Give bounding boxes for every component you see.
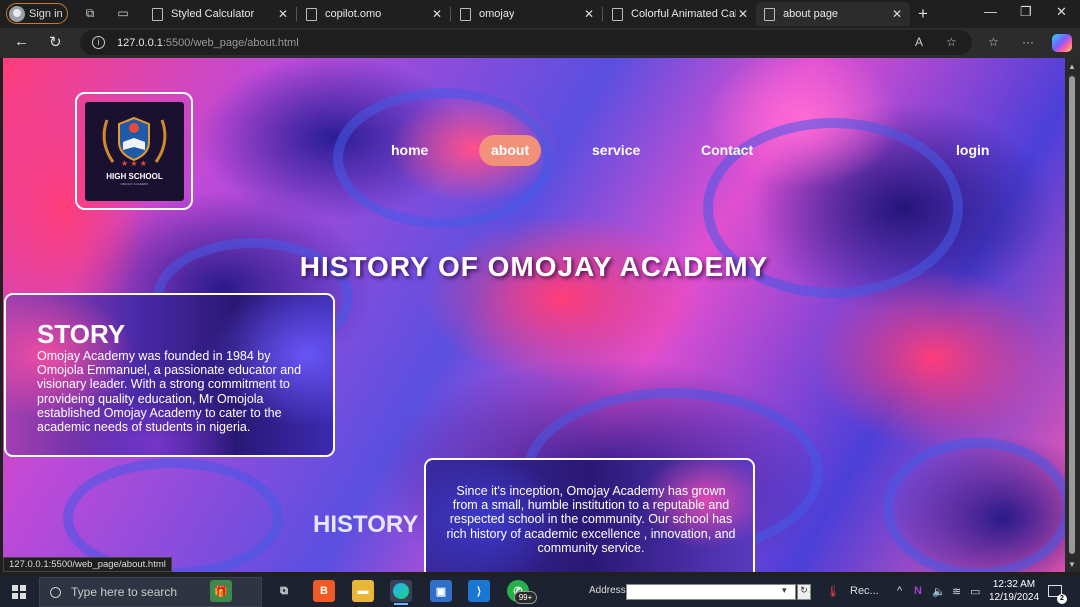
url-host: 127.0.0.1 bbox=[117, 36, 163, 49]
search-icon bbox=[50, 586, 61, 598]
crest-icon: ★ ★ ★ bbox=[102, 116, 167, 168]
page-scrollbar[interactable]: ▲ ▼ bbox=[1065, 58, 1080, 572]
tab-divider bbox=[450, 7, 451, 21]
tab-styled-calculator[interactable]: Styled Calculator ✕ bbox=[144, 2, 296, 26]
tab-actions-icon[interactable]: ▭ bbox=[116, 6, 130, 20]
file-explorer-icon[interactable]: ▬ bbox=[352, 580, 374, 602]
search-placeholder: Type here to search bbox=[71, 585, 178, 599]
tab-omojay[interactable]: omojay ✕ bbox=[452, 2, 602, 26]
close-tab-icon[interactable]: ✕ bbox=[738, 7, 748, 21]
close-tab-icon[interactable]: ✕ bbox=[892, 7, 902, 21]
workspaces-icon[interactable]: ⧉ bbox=[83, 6, 97, 20]
task-view-icon[interactable]: ⧉ bbox=[273, 580, 295, 602]
page-icon bbox=[152, 7, 163, 21]
page-icon bbox=[764, 7, 775, 21]
go-icon[interactable]: ↻ bbox=[797, 584, 811, 600]
copilot-icon[interactable] bbox=[1052, 34, 1072, 52]
favorites-icon[interactable]: ☆ bbox=[988, 35, 999, 49]
info-icon[interactable]: i bbox=[92, 36, 105, 49]
browser-tab-bar: Sign in ⧉ ▭ Styled Calculator ✕ copilot.… bbox=[0, 0, 1080, 28]
address-toolbar-input[interactable] bbox=[626, 584, 796, 600]
windows-start-icon[interactable] bbox=[12, 585, 26, 599]
nav-about[interactable]: about bbox=[491, 142, 529, 158]
tab-divider bbox=[602, 7, 603, 21]
whatsapp-badge: 99+ bbox=[514, 591, 537, 604]
profile-avatar-icon bbox=[9, 5, 25, 22]
refresh-icon[interactable]: ↻ bbox=[49, 33, 62, 51]
restore-icon[interactable]: ❐ bbox=[1020, 4, 1032, 20]
url-path: :5500/web_page/about.html bbox=[162, 36, 299, 49]
weather-icon[interactable]: 🌡 bbox=[826, 585, 840, 598]
store-app-icon[interactable]: ▣ bbox=[430, 580, 452, 602]
story-text: Omojay Academy was founded in 1984 by Om… bbox=[37, 349, 302, 435]
gift-widget-icon[interactable]: 🎁 bbox=[210, 580, 232, 602]
address-toolbar-label: Address bbox=[589, 585, 626, 596]
read-aloud-icon[interactable]: A bbox=[915, 35, 923, 49]
close-tab-icon[interactable]: ✕ bbox=[278, 7, 288, 21]
chevron-down-icon[interactable]: ▾ bbox=[782, 585, 787, 596]
school-logo: ★ ★ ★ HIGH SCHOOL OMOJAY ACADEMY bbox=[85, 102, 184, 201]
page-viewport: ★ ★ ★ HIGH SCHOOL OMOJAY ACADEMY home ab… bbox=[3, 58, 1065, 572]
status-link-preview: 127.0.0.1:5500/web_page/about.html bbox=[3, 557, 172, 572]
page-title: HISTORY OF OMOJAY ACADEMY bbox=[299, 251, 769, 282]
page-icon bbox=[460, 7, 471, 21]
tray-app-label[interactable]: Rec... bbox=[850, 585, 879, 597]
page-icon bbox=[306, 7, 317, 21]
nav-login[interactable]: login bbox=[956, 142, 989, 158]
page-icon bbox=[612, 7, 623, 21]
address-bar[interactable]: i 127.0.0.1:5500/web_page/about.html bbox=[80, 30, 972, 55]
background-swirl bbox=[63, 458, 283, 572]
svg-text:★ ★ ★: ★ ★ ★ bbox=[121, 159, 147, 168]
clock-date: 12/19/2024 bbox=[988, 592, 1040, 603]
nav-home[interactable]: home bbox=[391, 142, 428, 158]
minimize-icon[interactable]: — bbox=[984, 4, 997, 19]
nav-contact[interactable]: Contact bbox=[701, 142, 753, 158]
logo-title: HIGH SCHOOL bbox=[106, 172, 163, 181]
chevron-up-icon[interactable]: ^ bbox=[897, 585, 902, 597]
notification-count: 2 bbox=[1057, 594, 1067, 604]
nav-service[interactable]: service bbox=[592, 142, 640, 158]
background-swirl bbox=[883, 438, 1065, 572]
logo-subtitle: OMOJAY ACADEMY bbox=[120, 182, 149, 186]
tab-label: omojay bbox=[479, 8, 515, 20]
system-clock[interactable]: 12:32 AM 12/19/2024 bbox=[988, 578, 1040, 604]
volume-icon[interactable]: 🔈 bbox=[932, 585, 946, 598]
sign-in-label: Sign in bbox=[29, 7, 63, 20]
story-heading: STORY bbox=[37, 319, 126, 349]
wifi-icon[interactable]: ≋ bbox=[952, 585, 961, 598]
clock-time: 12:32 AM bbox=[992, 579, 1036, 590]
close-tab-icon[interactable]: ✕ bbox=[432, 7, 442, 21]
tab-divider bbox=[296, 7, 297, 21]
browser-toolbar: ← ↻ i 127.0.0.1:5500/web_page/about.html… bbox=[0, 28, 1080, 58]
close-window-icon[interactable]: ✕ bbox=[1056, 4, 1067, 20]
story-card: STORY Omojay Academy was founded in 1984… bbox=[4, 293, 335, 457]
close-tab-icon[interactable]: ✕ bbox=[584, 7, 594, 21]
scroll-up-icon[interactable]: ▲ bbox=[1068, 62, 1076, 71]
vscode-icon[interactable]: ⟩ bbox=[468, 580, 490, 602]
scroll-down-icon[interactable]: ▼ bbox=[1068, 560, 1076, 569]
tab-label: copilot.omo bbox=[325, 8, 382, 20]
brave-browser-icon[interactable]: B bbox=[313, 580, 335, 602]
history-text: Since it's inception, Omojay Academy has… bbox=[446, 484, 736, 555]
new-tab-icon[interactable]: + bbox=[918, 4, 928, 24]
tab-colorful-animated-calculator[interactable]: Colorful Animated Calcul ✕ bbox=[604, 2, 756, 26]
tab-label: Styled Calculator bbox=[171, 8, 255, 20]
tab-label: Colorful Animated Calcul bbox=[631, 8, 736, 20]
tab-label: about page bbox=[783, 8, 839, 20]
sign-in-button[interactable]: Sign in bbox=[6, 3, 68, 24]
edge-browser-icon[interactable] bbox=[390, 580, 412, 605]
history-heading: HISTORY bbox=[313, 511, 419, 538]
history-card: Since it's inception, Omojay Academy has… bbox=[424, 458, 755, 572]
more-menu-icon[interactable]: ··· bbox=[1022, 35, 1034, 49]
tab-about-page[interactable]: about page ✕ bbox=[756, 2, 910, 26]
battery-icon[interactable]: ▭ bbox=[970, 585, 980, 598]
logo-frame[interactable]: ★ ★ ★ HIGH SCHOOL OMOJAY ACADEMY bbox=[75, 92, 193, 210]
tab-copilot-omo[interactable]: copilot.omo ✕ bbox=[298, 2, 450, 26]
favorite-star-icon[interactable]: ☆ bbox=[946, 35, 957, 49]
back-arrow-icon[interactable]: ← bbox=[14, 33, 29, 50]
scrollbar-thumb[interactable] bbox=[1069, 76, 1075, 554]
onenote-icon[interactable]: N bbox=[914, 585, 922, 597]
